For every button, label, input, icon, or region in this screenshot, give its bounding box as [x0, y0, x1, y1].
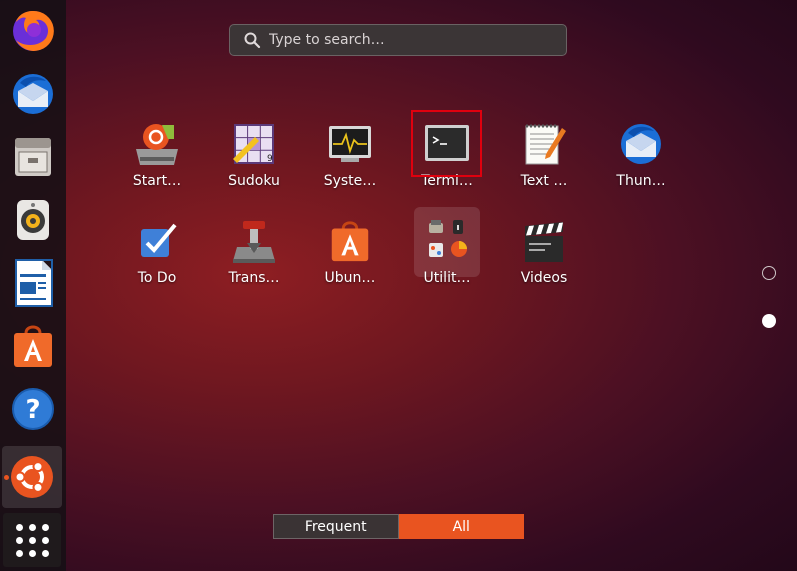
files-icon — [15, 138, 51, 176]
app-sudoku[interactable]: 9 Sudoku — [209, 112, 299, 192]
rhythmbox-icon — [17, 200, 49, 240]
app-label: Ubun… — [324, 270, 376, 286]
all-tab[interactable]: All — [398, 514, 524, 539]
app-label: Syste… — [323, 173, 377, 189]
ubuntu-software-icon — [331, 221, 369, 262]
system-monitor-icon — [329, 126, 371, 162]
search-box[interactable] — [229, 24, 567, 56]
app-system-monitor[interactable]: Syste… — [305, 112, 395, 192]
terminal-highlight-box — [411, 110, 482, 177]
svg-text:?: ? — [25, 395, 40, 425]
app-label: To Do — [137, 270, 177, 286]
running-indicator — [4, 475, 9, 480]
app-thunderbird[interactable]: Thun… — [596, 112, 686, 192]
app-label: Videos — [520, 270, 568, 286]
ubuntu-icon — [11, 456, 53, 498]
search-input[interactable] — [267, 31, 551, 49]
app-transmission[interactable]: Trans… — [209, 209, 299, 289]
thunderbird-icon — [621, 124, 661, 164]
dock: ? — [0, 0, 66, 571]
software-icon — [14, 325, 52, 367]
app-text-editor[interactable]: Text … — [499, 112, 589, 192]
firefox-icon — [13, 10, 54, 51]
startup-disk-creator-icon — [136, 124, 178, 165]
show-applications-button[interactable] — [3, 513, 61, 567]
writer-icon — [15, 259, 53, 307]
text-editor-icon — [525, 124, 566, 165]
dock-writer[interactable] — [0, 252, 66, 314]
app-grid-icon — [15, 523, 23, 531]
thunderbird-icon — [13, 74, 53, 114]
app-videos[interactable]: Videos — [499, 209, 589, 289]
dock-thunderbird[interactable] — [0, 63, 66, 125]
dock-firefox[interactable] — [0, 0, 66, 62]
svg-text:9: 9 — [267, 154, 273, 164]
app-label: Sudoku — [228, 173, 280, 189]
dock-files[interactable] — [0, 126, 66, 188]
utilities-folder-icon — [429, 220, 467, 257]
dock-rhythmbox[interactable] — [0, 189, 66, 251]
videos-icon — [525, 222, 563, 262]
search-icon — [244, 32, 261, 49]
app-startup-disk-creator[interactable]: Start… — [112, 112, 202, 192]
app-utilities-folder[interactable]: Utilit… — [402, 209, 492, 289]
page-indicator-2[interactable] — [762, 314, 776, 328]
transmission-icon — [233, 221, 275, 263]
help-icon: ? — [12, 388, 54, 430]
todo-icon — [141, 223, 177, 257]
app-label: Start… — [132, 173, 182, 189]
app-label: Utilit… — [423, 270, 471, 286]
dock-ubuntu-software[interactable] — [0, 315, 66, 377]
app-label: Trans… — [228, 270, 280, 286]
page-indicator-1[interactable] — [762, 266, 776, 280]
frequent-tab[interactable]: Frequent — [273, 514, 399, 539]
app-label: Thun… — [616, 173, 666, 189]
dock-help[interactable]: ? — [0, 378, 66, 440]
app-ubuntu-software[interactable]: Ubun… — [305, 209, 395, 289]
sudoku-icon: 9 — [233, 124, 274, 164]
app-label: Text … — [520, 173, 568, 189]
dock-ubuntu[interactable] — [2, 446, 62, 508]
view-switcher: Frequent All — [273, 514, 524, 539]
app-todo[interactable]: To Do — [112, 209, 202, 289]
